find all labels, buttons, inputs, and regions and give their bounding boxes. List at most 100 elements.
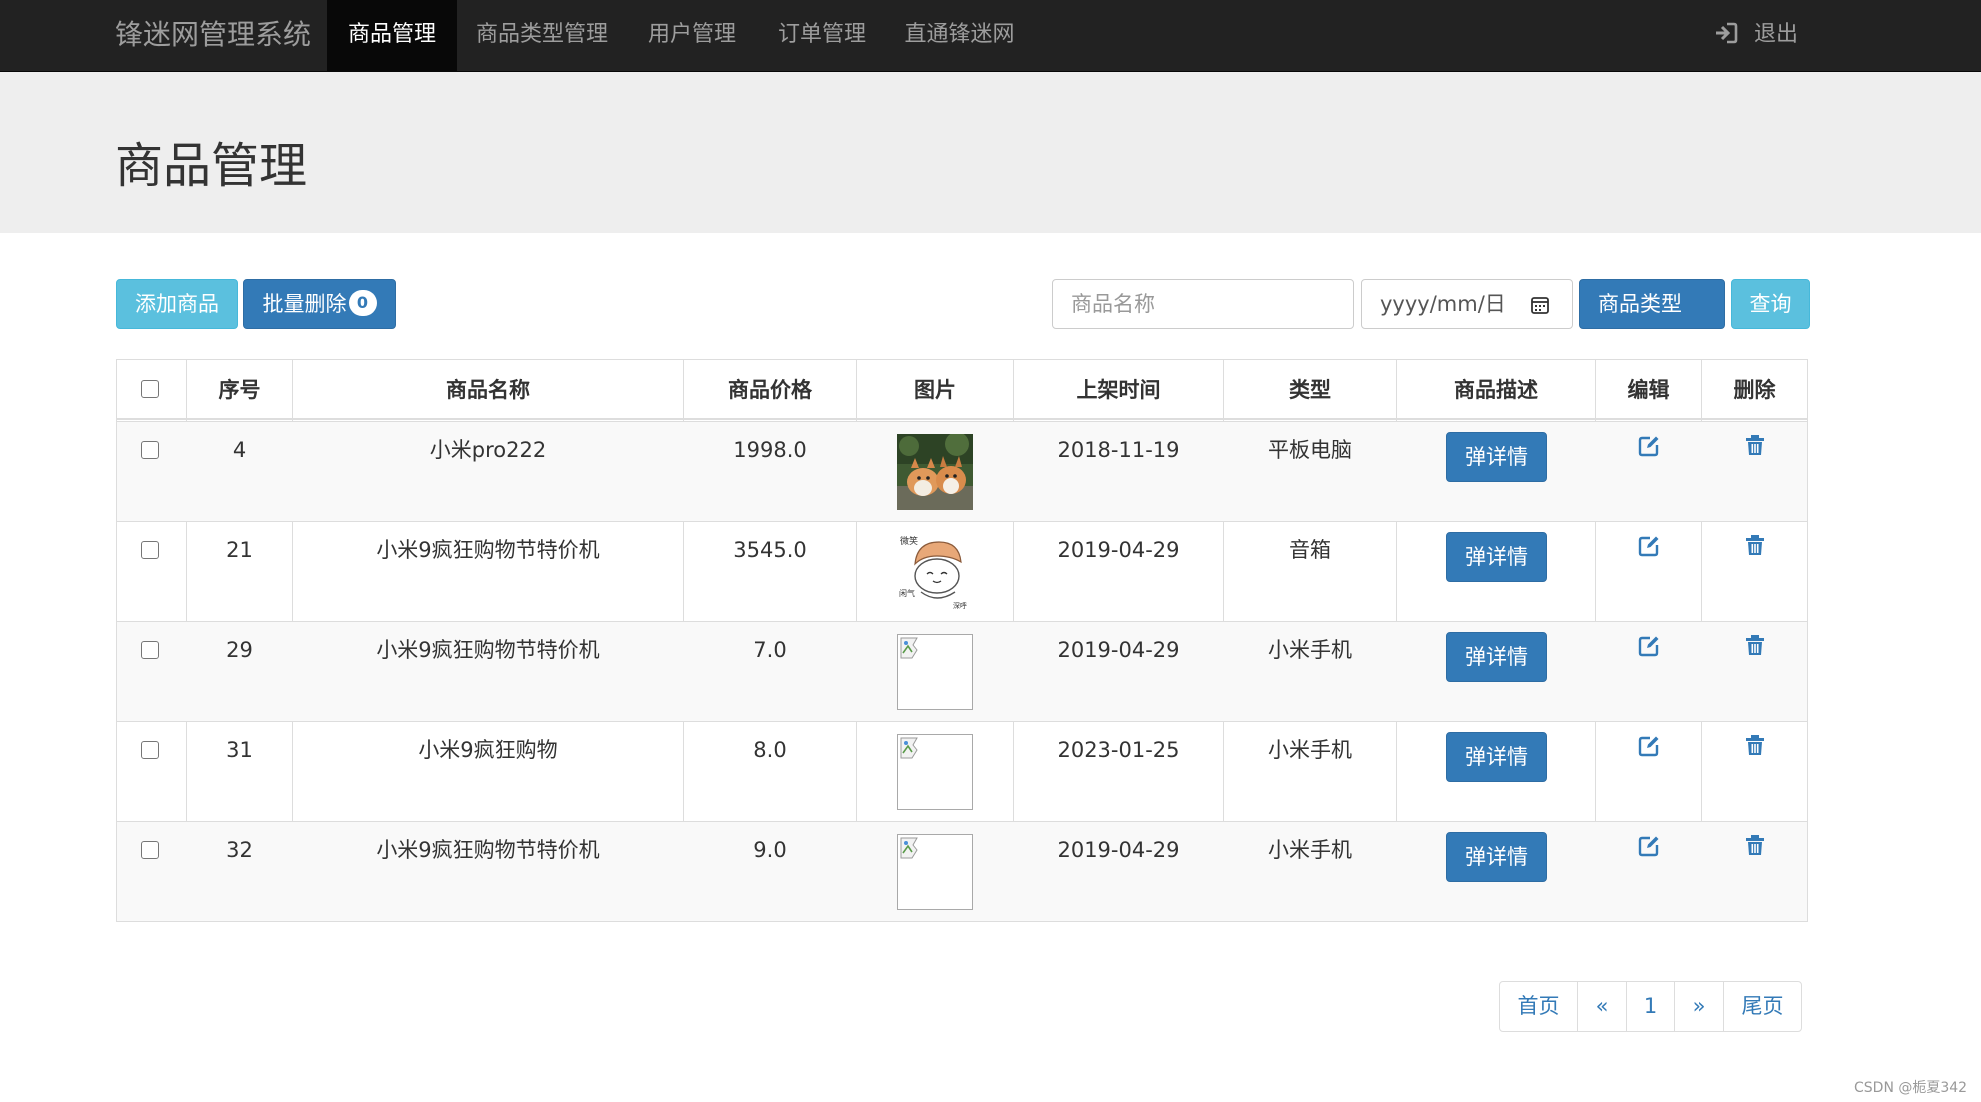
pagination: 首页 « 1 » 尾页 — [1499, 981, 1802, 1032]
trash-icon[interactable] — [1744, 734, 1766, 756]
detail-button[interactable]: 弹详情 — [1446, 732, 1547, 782]
product-table: 序号 商品名称 商品价格 图片 上架时间 类型 商品描述 编辑 删除 4 小米p… — [116, 359, 1808, 922]
product-price: 1998.0 — [733, 438, 807, 462]
broken-image — [897, 634, 973, 710]
listing-date: 2023-01-25 — [1057, 738, 1180, 762]
nav-item-user-management[interactable]: 用户管理 — [627, 0, 757, 72]
trash-icon[interactable] — [1744, 634, 1766, 656]
product-price: 3545.0 — [733, 538, 807, 562]
product-name: 小米9疯狂购物节特价机 — [376, 538, 600, 562]
listing-date-input[interactable]: yyyy/mm/日 — [1361, 279, 1573, 329]
product-name-input[interactable] — [1052, 279, 1354, 329]
trash-icon[interactable] — [1744, 834, 1766, 856]
detail-button[interactable]: 弹详情 — [1446, 432, 1547, 482]
edit-icon[interactable] — [1638, 435, 1660, 457]
product-name: 小米9疯狂购物节特价机 — [376, 838, 600, 862]
product-id: 29 — [226, 638, 253, 662]
broken-image-icon — [900, 837, 918, 859]
header-listing-date: 上架时间 — [1076, 378, 1161, 402]
listing-date: 2018-11-19 — [1057, 438, 1180, 462]
row-checkbox[interactable] — [141, 741, 159, 759]
detail-button[interactable]: 弹详情 — [1446, 632, 1547, 682]
product-id: 4 — [232, 438, 247, 462]
header-id: 序号 — [218, 378, 261, 402]
detail-button[interactable]: 弹详情 — [1446, 832, 1547, 882]
product-name: 小米9疯狂购物 — [418, 738, 558, 762]
page-prev[interactable]: « — [1578, 982, 1627, 1031]
svg-text:闲气: 闲气 — [899, 588, 915, 598]
calendar-icon[interactable] — [1530, 295, 1550, 315]
table-row: 31 小米9疯狂购物 8.0 2023-01-25 小米手机 弹详情 — [117, 721, 1807, 821]
listing-date: 2019-04-29 — [1057, 838, 1180, 862]
top-navbar: 锋迷网管理系统 商品管理 商品类型管理 用户管理 订单管理 直通锋迷网 退出 — [0, 0, 1981, 72]
page-title: 商品管理 — [115, 138, 308, 194]
header-price: 商品价格 — [728, 378, 812, 402]
batch-delete-button[interactable]: 批量删除 0 — [243, 279, 396, 329]
edit-icon[interactable] — [1638, 535, 1660, 557]
brand-title[interactable]: 锋迷网管理系统 — [115, 0, 311, 72]
product-type-select[interactable]: 商品类型 — [1579, 279, 1725, 329]
product-type: 平板电脑 — [1268, 438, 1352, 462]
sign-in-icon — [1716, 22, 1738, 44]
table-row: 4 小米pro222 1998.0 2018-11-19 平板电脑 弹详情 — [117, 421, 1807, 521]
edit-icon[interactable] — [1638, 835, 1660, 857]
header-description: 商品描述 — [1454, 378, 1538, 402]
row-checkbox[interactable] — [141, 841, 159, 859]
table-row: 32 小米9疯狂购物节特价机 9.0 2019-04-29 小米手机 弹详情 — [117, 821, 1807, 921]
product-id: 31 — [226, 738, 253, 762]
edit-icon[interactable] — [1638, 735, 1660, 757]
product-type: 小米手机 — [1268, 838, 1352, 862]
nav-item-product-management[interactable]: 商品管理 — [327, 0, 457, 72]
broken-image-icon — [900, 737, 918, 759]
detail-button[interactable]: 弹详情 — [1446, 532, 1547, 582]
trash-icon[interactable] — [1744, 534, 1766, 556]
svg-text:微笑: 微笑 — [900, 535, 918, 547]
product-price: 9.0 — [753, 838, 787, 862]
header-image: 图片 — [914, 378, 956, 402]
product-price: 8.0 — [753, 738, 787, 762]
batch-delete-label: 批量删除 — [262, 292, 347, 316]
product-id: 32 — [226, 838, 253, 862]
query-button[interactable]: 查询 — [1731, 279, 1810, 329]
header-type: 类型 — [1289, 378, 1331, 402]
table-row: 29 小米9疯狂购物节特价机 7.0 2019-04-29 小米手机 弹详情 — [117, 621, 1807, 721]
nav-item-product-type-management[interactable]: 商品类型管理 — [457, 0, 627, 72]
date-placeholder: yyyy/mm/日 — [1380, 292, 1506, 316]
page-next[interactable]: » — [1675, 982, 1724, 1031]
product-name: 小米9疯狂购物节特价机 — [376, 638, 600, 662]
cartoon-meme: 微笑 闲气 深呼 — [897, 534, 973, 610]
svg-text:深呼: 深呼 — [953, 601, 967, 610]
jumbotron: 商品管理 — [0, 72, 1981, 233]
broken-image-icon — [900, 637, 918, 659]
select-all-checkbox[interactable] — [141, 380, 159, 398]
header-edit: 编辑 — [1627, 378, 1670, 402]
header-delete: 删除 — [1733, 378, 1776, 402]
add-product-button[interactable]: 添加商品 — [116, 279, 238, 329]
product-id: 21 — [226, 538, 253, 562]
nav-item-order-management[interactable]: 订单管理 — [757, 0, 887, 72]
table-row: 21 小米9疯狂购物节特价机 3545.0 微笑 闲气 深呼 2019-04-2… — [117, 521, 1807, 621]
page-current[interactable]: 1 — [1627, 982, 1675, 1031]
selected-count-badge: 0 — [348, 290, 377, 316]
page-first[interactable]: 首页 — [1500, 982, 1578, 1031]
header-name: 商品名称 — [446, 378, 530, 402]
page-last[interactable]: 尾页 — [1724, 982, 1801, 1031]
edit-icon[interactable] — [1638, 635, 1660, 657]
trash-icon[interactable] — [1744, 434, 1766, 456]
product-type: 音箱 — [1289, 538, 1331, 562]
product-name: 小米pro222 — [429, 438, 547, 462]
row-checkbox[interactable] — [141, 641, 159, 659]
logout-label: 退出 — [1754, 22, 1799, 47]
corgi-photo — [897, 434, 973, 510]
logout-link[interactable]: 退出 — [1714, 0, 1798, 72]
watermark: CSDN @栀夏342 — [1854, 1080, 1968, 1096]
product-type: 小米手机 — [1268, 738, 1352, 762]
nav-item-fengmi-site[interactable]: 直通锋迷网 — [887, 0, 1032, 72]
row-checkbox[interactable] — [141, 441, 159, 459]
listing-date: 2019-04-29 — [1057, 538, 1180, 562]
product-type: 小米手机 — [1268, 638, 1352, 662]
broken-image — [897, 734, 973, 810]
broken-image — [897, 834, 973, 910]
row-checkbox[interactable] — [141, 541, 159, 559]
listing-date: 2019-04-29 — [1057, 638, 1180, 662]
